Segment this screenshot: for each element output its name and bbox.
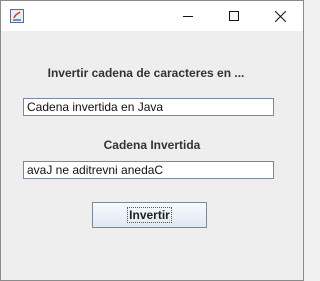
result-heading: Cadena Invertida	[103, 138, 201, 152]
title-bar[interactable]	[1, 1, 303, 31]
main-heading: Invertir cadena de caracteres en ...	[47, 66, 245, 80]
minimize-button[interactable]	[165, 1, 211, 31]
close-icon	[274, 10, 286, 22]
result-text-field[interactable]	[23, 161, 274, 179]
java-app-icon	[10, 8, 24, 23]
maximize-icon	[229, 11, 239, 21]
invert-button-label: Invertir	[127, 207, 172, 223]
input-text-field[interactable]	[23, 98, 274, 116]
maximize-button[interactable]	[211, 1, 257, 31]
app-window: Invertir cadena de caracteres en ... Cad…	[0, 0, 304, 281]
close-button[interactable]	[257, 1, 303, 31]
invert-button[interactable]: Invertir	[92, 202, 207, 228]
minimize-icon	[183, 16, 193, 17]
